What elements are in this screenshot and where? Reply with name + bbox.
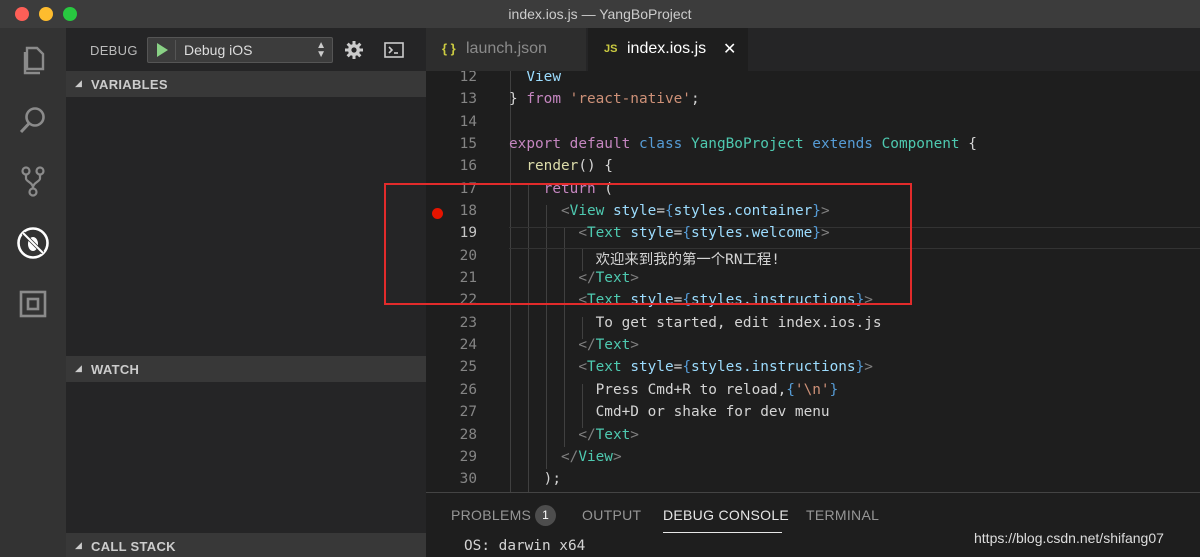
code-text: <Text style={styles.instructions}> [578,359,873,375]
collapse-caret-icon: ◢ [75,78,82,88]
variables-section-header[interactable]: ◢ VARIABLES [66,71,426,97]
extensions-icon[interactable] [13,284,53,324]
window-title: index.ios.js — YangBoProject [508,6,692,22]
annotation-highlight-box [384,183,912,305]
newline-string: '\n' [794,382,830,398]
code-line: 30 ); [426,470,1200,492]
code-line: 15 export default class YangBoProject ex… [426,135,1200,157]
line-number: 24 [459,337,477,353]
line-number: 27 [459,404,477,420]
source-control-icon[interactable] [13,161,53,201]
collapse-caret-icon: ◢ [75,540,82,550]
title-bar: index.ios.js — YangBoProject [0,0,1200,28]
instruction-text: To get started, edit index.ios.js [595,315,882,331]
code-line: 12 View [426,71,1200,90]
code-text: export default class YangBoProject exten… [509,136,977,152]
select-divider [175,40,176,60]
tab-terminal[interactable]: TERMINAL [806,507,879,523]
line-number: 15 [459,136,477,152]
editor-tabs: { } launch.json JS index.ios.js ✕ [426,28,1200,71]
code-text: </View> [560,449,622,465]
start-debugging-icon[interactable] [154,42,170,58]
code-text: } from 'react-native'; [509,91,700,107]
call-stack-title: CALL STACK [91,539,176,554]
debug-config-label: Debug iOS [184,42,253,58]
debug-label: DEBUG [90,43,138,58]
activity-bar [0,28,66,557]
active-tab-underline [663,532,782,533]
line-number: 23 [459,315,477,331]
tab-launch-json[interactable]: { } launch.json [426,28,586,71]
code-line: 29 </View> [426,448,1200,470]
call-stack-section-header[interactable]: ◢ CALL STACK [66,533,426,557]
code-line: 23 To get started, edit index.ios.js [426,314,1200,336]
gear-icon[interactable] [344,40,364,60]
variables-title: VARIABLES [91,77,168,92]
line-number: 25 [459,359,477,375]
bottom-panel: PROBLEMS 1 OUTPUT DEBUG CONSOLE TERMINAL… [426,492,1200,557]
line-number: 29 [459,449,477,465]
code-text: Press Cmd+R to reload,{'\n'} [595,382,839,398]
watch-section-header[interactable]: ◢ WATCH [66,356,426,382]
code-line: 26 Press Cmd+R to reload,{'\n'} [426,381,1200,403]
problems-count-badge: 1 [535,505,556,526]
tab-label: index.ios.js [627,40,707,57]
code-line: 27 Cmd+D or shake for dev menu [426,403,1200,425]
watermark: https://blog.csdn.net/shifang07 [974,530,1164,546]
code-line: 24 </Text> [426,336,1200,358]
tab-label: launch.json [466,40,547,57]
code-text: To get started, edit index.ios.js [509,315,882,331]
code-text: Cmd+D or shake for dev menu [509,404,830,420]
line-number: 26 [459,382,477,398]
debug-config-select[interactable]: Debug iOS ▲ ▼ [147,37,333,63]
code-line: 25 <Text style={styles.instructions}> [426,358,1200,380]
code-text: </Text> [578,427,639,443]
search-icon[interactable] [13,100,53,140]
code-line: 28 </Text> [426,426,1200,448]
watch-title: WATCH [91,362,140,377]
files-icon[interactable] [13,40,53,80]
tab-output[interactable]: OUTPUT [582,507,641,523]
console-output-line: OS: darwin x64 [464,538,586,554]
code-text: ); [509,471,561,487]
select-caret-icon: ▲ ▼ [316,40,326,60]
js-file-icon: JS [604,43,618,55]
tab-debug-console[interactable]: DEBUG CONSOLE [663,507,789,523]
debug-sidebar: DEBUG Debug iOS ▲ ▼ ◢ VARIABLES ◢ WATCH … [66,28,426,557]
instruction-text: Press Cmd+R to reload, [595,382,787,398]
debug-console-icon[interactable] [384,41,404,59]
code-text: </Text> [578,337,639,353]
code-text: View [526,71,561,85]
close-icon[interactable]: ✕ [723,39,736,59]
code-line: 13 } from 'react-native'; [426,90,1200,112]
line-number: 14 [459,114,477,130]
json-file-icon: { } [442,41,456,56]
debug-icon[interactable] [13,223,53,263]
line-number: 13 [459,91,477,107]
line-number: 28 [459,427,477,443]
debug-toolbar: DEBUG Debug iOS ▲ ▼ [66,28,426,72]
code-text: render() { [526,158,613,174]
tab-index-ios-js[interactable]: JS index.ios.js ✕ [588,28,748,71]
line-number: 16 [459,158,477,174]
line-number: 12 [459,71,477,85]
collapse-caret-icon: ◢ [75,363,82,373]
code-line: 16 render() { [426,157,1200,179]
instruction-text: Cmd+D or shake for dev menu [595,404,830,420]
line-number: 30 [459,471,477,487]
code-line: 14 [426,113,1200,135]
tab-problems[interactable]: PROBLEMS [451,507,531,523]
